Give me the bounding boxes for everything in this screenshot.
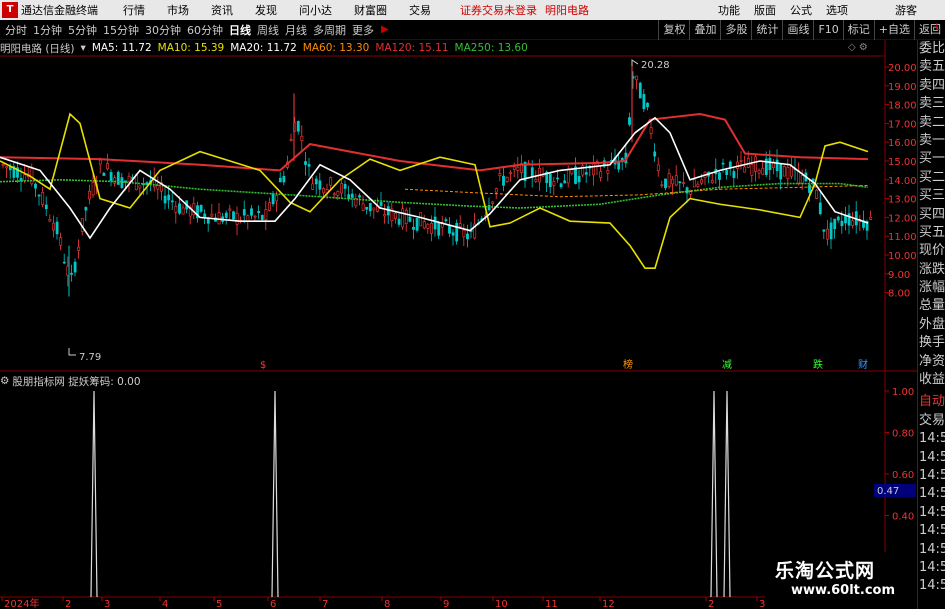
quote-field-label: 买二 bbox=[919, 169, 945, 185]
price-annotations: 20.28 7.79 bbox=[68, 59, 670, 363]
quote-field-label: 卖三 bbox=[919, 96, 945, 112]
quote-field-label: 买五 bbox=[919, 224, 945, 240]
date-tick-label: 2024年 bbox=[4, 597, 39, 609]
indicator-tick-label: 0.80 bbox=[892, 429, 914, 440]
ma-lines bbox=[0, 112, 869, 269]
quote-field-label: 买四 bbox=[919, 206, 945, 222]
price-tick-label: 15.00 bbox=[888, 157, 917, 168]
date-tick-label: 4 bbox=[162, 599, 168, 609]
price-tick-label: 11.00 bbox=[888, 232, 917, 243]
date-tick-label: 3 bbox=[104, 599, 110, 609]
indicator-spike bbox=[90, 390, 98, 598]
ma-legend: 明阳电路 (日线) ▾ MA5: 11.72 MA10: 15.39 MA20:… bbox=[0, 41, 534, 55]
price-tick-label: 16.00 bbox=[888, 138, 917, 149]
tick-time: 14:56 bbox=[919, 523, 945, 539]
quote-field-label: 外盘 bbox=[919, 316, 945, 332]
auto-trade-label[interactable]: 自动 bbox=[918, 393, 945, 411]
tick-time: 14:56 bbox=[919, 449, 945, 465]
indicator-tick-label: 1.00 bbox=[892, 387, 914, 398]
quote-field-label: 总量 bbox=[919, 298, 945, 314]
price-tick-label: 20.00 bbox=[888, 63, 917, 74]
high-price-label: 20.28 bbox=[641, 60, 670, 71]
signal-marker-dollar: $ bbox=[260, 360, 266, 371]
quote-field-label: 买三 bbox=[919, 188, 945, 204]
corner-label[interactable]: L bbox=[935, 22, 941, 33]
ma120-label: MA120: 15.11 bbox=[375, 42, 449, 54]
quote-field-label: 卖二 bbox=[919, 114, 945, 130]
ma60-label: MA60: 13.30 bbox=[302, 42, 370, 54]
date-tick-label: 6 bbox=[270, 599, 276, 609]
tick-time: 14:56 bbox=[919, 541, 945, 557]
quote-field-label: 涨跌 bbox=[919, 261, 945, 277]
ma10-label: MA10: 15.39 bbox=[157, 42, 225, 54]
date-axis: 2024年 2 3 4 5 6 7 8 9 10 11 12 2 3 bbox=[1, 597, 765, 609]
quote-panel: 委比卖五卖四卖三卖二卖一买一买二买三买四买五现价涨跌涨幅总量外盘换手净资收益自动… bbox=[917, 40, 945, 609]
date-tick-label: 11 bbox=[545, 599, 558, 609]
quote-field-label: 买一 bbox=[919, 151, 945, 167]
tick-time: 14:56 bbox=[919, 467, 945, 483]
price-tick-label: 19.00 bbox=[888, 82, 917, 93]
tick-time: 14:56 bbox=[919, 578, 945, 594]
date-tick-label: 9 bbox=[443, 599, 449, 609]
indicator-axis: 1.000.800.600.400.20 bbox=[885, 387, 914, 564]
ma250-label: MA250: 13.60 bbox=[454, 42, 528, 54]
price-tick-label: 14.00 bbox=[888, 176, 917, 187]
quote-field-label: 涨幅 bbox=[919, 280, 945, 296]
date-tick-label: 2 bbox=[65, 599, 71, 609]
signal-marker-finance: 财 bbox=[858, 358, 868, 371]
signal-marker-rank: 榜 bbox=[623, 358, 633, 371]
date-tick-label: 2 bbox=[708, 599, 714, 609]
ma5-label: MA5: 11.72 bbox=[91, 42, 152, 54]
price-axis: 20.00 19.00 18.00 17.00 16.00 15.00 14.00 13.00… bbox=[885, 63, 917, 300]
quote-field-label: 现价 bbox=[919, 243, 945, 259]
price-tick-label: 12.00 bbox=[888, 213, 917, 224]
chart-options-icon[interactable]: ◇ ⚙ bbox=[848, 42, 868, 53]
indicator-spike bbox=[271, 390, 279, 598]
chart-title: 明阳电路 (日线) bbox=[0, 42, 75, 55]
quote-field-label: 卖五 bbox=[919, 59, 945, 75]
quote-field-label: 换手 bbox=[919, 335, 945, 351]
date-tick-label: 7 bbox=[322, 599, 328, 609]
quote-field-label: 卖四 bbox=[919, 77, 945, 93]
quote-field-label: 委比 bbox=[919, 41, 945, 56]
watermark-url: www.60lt.com bbox=[791, 583, 896, 598]
auto-trade-label[interactable]: 交易 bbox=[918, 412, 945, 430]
price-tick-label: 8.00 bbox=[888, 289, 910, 300]
price-tick-label: 13.00 bbox=[888, 195, 917, 206]
tick-time: 14:56 bbox=[919, 504, 945, 520]
price-tick-label: 9.00 bbox=[888, 270, 910, 281]
price-tick-label: 10.00 bbox=[888, 251, 917, 262]
indicator-current-value: 0.47 bbox=[877, 486, 899, 497]
quote-field-label: 卖一 bbox=[919, 132, 945, 148]
quote-field-label: 收益 bbox=[919, 372, 945, 388]
indicator-spike bbox=[710, 390, 718, 598]
tick-time: 14:56 bbox=[919, 486, 945, 502]
indicator-spike bbox=[723, 390, 731, 598]
signal-markers: $ 榜 减 跌 财 bbox=[260, 358, 868, 371]
date-tick-label: 12 bbox=[602, 599, 615, 609]
quote-field-label: 净资 bbox=[919, 353, 945, 369]
date-tick-label: 5 bbox=[216, 599, 222, 609]
ma20-label: MA20: 11.72 bbox=[230, 42, 297, 54]
signal-marker-reduce: 减 bbox=[722, 359, 732, 371]
date-tick-label: 8 bbox=[384, 599, 390, 609]
signal-marker-drop: 跌 bbox=[813, 358, 823, 371]
watermark: 乐淘公式网 www.60lt.com bbox=[765, 552, 915, 609]
indicator-title: 股朋指标网 捉妖筹码: 0.00 bbox=[12, 375, 141, 388]
tick-time: 14:56 bbox=[919, 559, 945, 575]
indicator-tick-label: 0.40 bbox=[892, 512, 914, 523]
indicator-legend: ⚙ 股朋指标网 捉妖筹码: 0.00 bbox=[0, 374, 141, 388]
price-tick-label: 17.00 bbox=[888, 119, 917, 130]
chart-canvas[interactable]: 20.00 19.00 18.00 17.00 16.00 15.00 14.00 13.00… bbox=[0, 0, 917, 609]
indicator-spikes bbox=[90, 390, 731, 598]
date-tick-label: 10 bbox=[495, 599, 508, 609]
tick-time: 14:56 bbox=[919, 431, 945, 447]
ma-toggle-icon[interactable]: ▾ bbox=[81, 42, 86, 54]
indicator-tick-label: 0.60 bbox=[892, 470, 914, 481]
price-tick-label: 18.00 bbox=[888, 101, 917, 112]
watermark-title: 乐淘公式网 bbox=[775, 560, 876, 582]
indicator-settings-icon[interactable]: ⚙ bbox=[0, 375, 9, 387]
low-price-label: 7.79 bbox=[79, 352, 101, 363]
